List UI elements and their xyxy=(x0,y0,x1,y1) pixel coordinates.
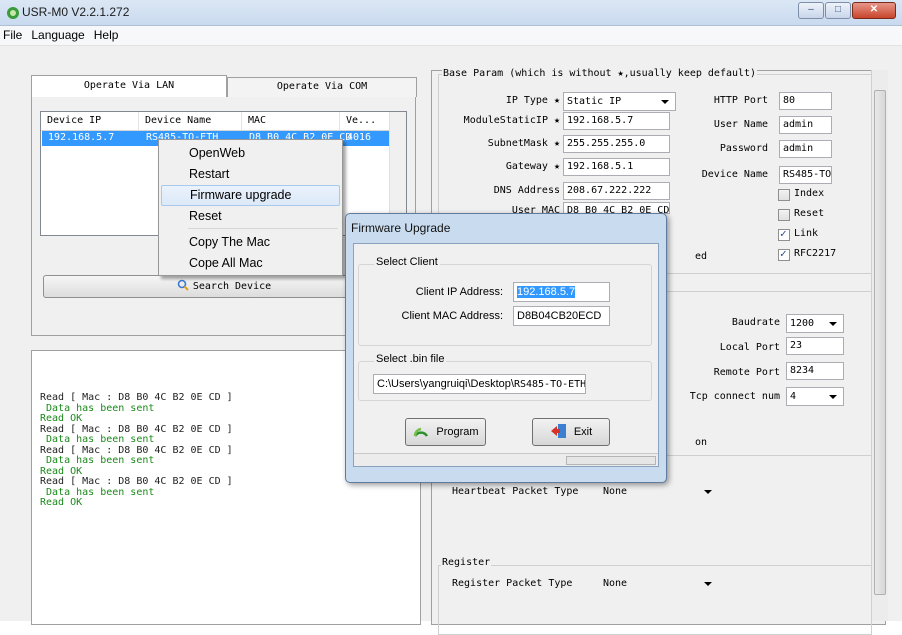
menu-help[interactable]: Help xyxy=(91,26,125,45)
subnet-mask-field[interactable]: 255.255.255.0 xyxy=(563,135,670,153)
log-line: Read OK xyxy=(40,497,83,508)
device-name-label: Device Name xyxy=(701,169,768,180)
local-port-field[interactable]: 23 xyxy=(786,337,844,355)
tab-operate-via-com[interactable]: Operate Via COM xyxy=(227,77,417,97)
settings-scrollbar[interactable] xyxy=(871,70,888,621)
dialog-status-bar xyxy=(354,453,658,466)
rfc2217-checkbox[interactable] xyxy=(778,247,790,261)
heartbeat-packet-type-select[interactable]: None xyxy=(599,482,719,501)
magnifier-icon xyxy=(177,279,189,291)
tab-operate-via-lan[interactable]: Operate Via LAN xyxy=(31,75,227,97)
log-line: Data has been sent xyxy=(40,486,155,498)
http-port-field[interactable]: 80 xyxy=(779,92,832,110)
minimize-button[interactable]: – xyxy=(798,2,824,19)
client-ip-label: Client IP Address: xyxy=(415,286,503,298)
bin-path-field[interactable]: C:\Users\yangruiqi\Desktop\RS485-TO-ETH xyxy=(373,374,586,394)
register-group-label: Register xyxy=(441,557,492,568)
upgrade-progress-bar xyxy=(566,456,656,465)
subnet-mask-label: SubnetMask ★ xyxy=(487,138,560,149)
remote-port-label: Remote Port xyxy=(713,367,780,378)
exit-button-label: Exit xyxy=(573,426,593,438)
dns-address-label: DNS Address xyxy=(493,185,560,196)
module-static-ip-field[interactable]: 192.168.5.7 xyxy=(563,112,670,130)
module-static-ip-label: ModuleStaticIP ★ xyxy=(463,115,560,126)
password-label: Password xyxy=(719,143,768,154)
menu-file[interactable]: File xyxy=(0,26,28,45)
baudrate-label: Baudrate xyxy=(731,317,780,328)
menu-item-restart[interactable]: Restart xyxy=(161,164,340,185)
scrollbar-thumb[interactable] xyxy=(874,90,886,595)
baudrate-select[interactable]: 1200 xyxy=(786,314,844,333)
cell-version: 4016 xyxy=(347,132,372,143)
menu-item-copy-the-mac[interactable]: Copy The Mac xyxy=(161,232,340,253)
dns-address-field[interactable]: 208.67.222.222 xyxy=(563,182,670,200)
partial-label: ed xyxy=(695,251,708,262)
reset-checkbox[interactable] xyxy=(778,209,790,221)
select-client-label: Select Client xyxy=(374,256,440,268)
tcp-connect-num-select[interactable]: 4 xyxy=(786,387,844,406)
local-port-label: Local Port xyxy=(719,342,780,353)
menu-language[interactable]: Language xyxy=(28,26,90,45)
exit-icon xyxy=(550,424,566,438)
http-port-label: HTTP Port xyxy=(713,95,768,106)
column-header-mac[interactable]: MAC xyxy=(242,112,340,131)
window-controls: – □ ✕ xyxy=(797,2,896,20)
program-button-label: Program xyxy=(436,426,479,438)
search-device-label: Search Device xyxy=(192,281,272,292)
user-name-label: User Name xyxy=(713,119,768,130)
maximize-button[interactable]: □ xyxy=(825,2,851,19)
index-checkbox[interactable] xyxy=(778,189,790,201)
menu-item-openweb[interactable]: OpenWeb xyxy=(161,143,340,164)
title-bar[interactable] xyxy=(0,0,902,26)
column-header-device-name[interactable]: Device Name xyxy=(139,112,242,131)
column-header-version[interactable]: Ve... xyxy=(340,112,390,131)
client-mac-field[interactable]: D8B04CB20ECD xyxy=(513,306,610,326)
app-icon xyxy=(7,7,19,19)
select-client-group xyxy=(358,264,652,346)
firmware-upgrade-dialog: Firmware Upgrade Select Client Client IP… xyxy=(345,213,667,483)
menu-bar: File Language Help xyxy=(0,26,902,46)
reset-checkbox-label: Reset xyxy=(794,208,825,219)
client-mac-label: Client MAC Address: xyxy=(401,310,503,322)
gateway-field[interactable]: 192.168.5.1 xyxy=(563,158,670,176)
link-checkbox-label: Link xyxy=(794,228,819,239)
menu-item-cope-all-mac[interactable]: Cope All Mac xyxy=(161,253,340,274)
base-param-label: Base Param (which is without ★,usually k… xyxy=(442,68,758,79)
heartbeat-packet-type-label: Heartbeat Packet Type xyxy=(452,486,579,497)
register-packet-type-label: Register Packet Type xyxy=(452,578,573,589)
tcp-connect-num-label: Tcp connect num xyxy=(689,391,780,402)
menu-item-reset[interactable]: Reset xyxy=(161,206,340,227)
menu-separator xyxy=(188,228,338,229)
link-checkbox[interactable] xyxy=(778,227,790,241)
ip-type-label: IP Type ★ xyxy=(505,95,560,106)
select-bin-label: Select .bin file xyxy=(374,353,447,365)
exit-button[interactable]: Exit xyxy=(532,418,610,446)
column-header-device-ip[interactable]: Device IP xyxy=(41,112,139,131)
gateway-label: Gateway ★ xyxy=(505,161,560,172)
program-icon xyxy=(414,427,429,437)
dialog-body: Select Client Client IP Address: 192.168… xyxy=(353,243,659,467)
cell-device-ip: 192.168.5.7 xyxy=(48,132,115,143)
context-menu: OpenWeb Restart Firmware upgrade Reset C… xyxy=(158,139,343,276)
ip-type-select[interactable]: Static IP xyxy=(563,92,676,111)
user-name-field[interactable]: admin xyxy=(779,116,832,134)
menu-item-firmware-upgrade[interactable]: Firmware upgrade xyxy=(161,185,340,206)
program-button[interactable]: Program xyxy=(405,418,486,446)
device-name-field[interactable]: RS485-TO- xyxy=(779,166,832,184)
register-packet-type-select[interactable]: None xyxy=(599,574,719,593)
partial-label-2: on xyxy=(695,437,708,448)
window-title: USR-M0 V2.2.1.272 xyxy=(22,5,130,19)
index-checkbox-label: Index xyxy=(794,188,825,199)
password-field[interactable]: admin xyxy=(779,140,832,158)
close-button[interactable]: ✕ xyxy=(852,2,896,19)
rfc2217-checkbox-label: RFC2217 xyxy=(794,248,837,259)
remote-port-field[interactable]: 8234 xyxy=(786,362,844,380)
dialog-title: Firmware Upgrade xyxy=(351,221,451,235)
client-ip-field[interactable]: 192.168.5.7 xyxy=(513,282,610,302)
